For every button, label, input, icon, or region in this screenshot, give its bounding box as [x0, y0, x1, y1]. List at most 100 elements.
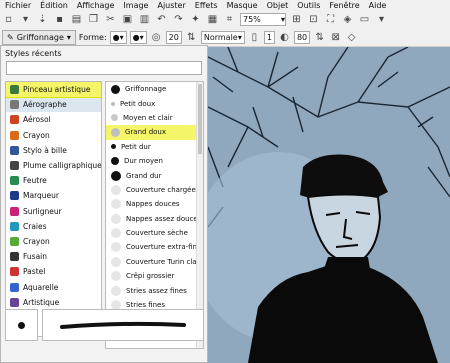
brush-category-item[interactable]: Aérographe: [6, 97, 101, 113]
brush-category-item[interactable]: Pinceau artistique: [6, 82, 101, 99]
brush-category-item[interactable]: Surligneur: [6, 204, 101, 219]
brush-category-item[interactable]: Craies: [6, 219, 101, 234]
brush-style-item[interactable]: Nappes douces: [106, 197, 203, 211]
zoom-actual-icon[interactable]: ⊡: [307, 13, 320, 26]
zoom-value: 75%: [243, 15, 261, 24]
transparency-field[interactable]: 80: [293, 30, 311, 44]
zoom-select[interactable]: 75% ▾: [240, 13, 286, 26]
brush-picker-button[interactable]: ✎ Griffonnage ▾: [2, 29, 76, 45]
brush-category-item[interactable]: Aquarelle: [6, 279, 101, 294]
brush-category-icon: [10, 100, 19, 110]
sketch-image: [208, 47, 450, 363]
nib-select[interactable]: ●▾: [129, 30, 147, 44]
brush-style-item[interactable]: Petit dur: [106, 140, 203, 154]
menu-item[interactable]: Outils: [297, 0, 320, 11]
size2-field[interactable]: 1: [263, 30, 275, 44]
brush-style-item[interactable]: Couverture sèche: [106, 226, 203, 240]
view-options-icon[interactable]: ▾: [375, 13, 388, 26]
brush-style-label: Couverture extra-fine: [126, 243, 202, 252]
menu-item[interactable]: Objet: [267, 0, 289, 11]
chevron-down-icon: ▾: [280, 15, 285, 24]
grid-icon[interactable]: ▦: [206, 13, 219, 26]
menu-item[interactable]: Édition: [40, 0, 68, 11]
brush-category-item[interactable]: Marqueur: [6, 188, 101, 203]
print-icon[interactable]: ▤: [70, 13, 83, 26]
brush-style-dot: [111, 157, 119, 166]
paste-icon[interactable]: ▣: [121, 13, 134, 26]
brush-style-dot: [111, 170, 121, 181]
brush-category-label: Stylo à bille: [23, 145, 67, 155]
new-icon[interactable]: ▫: [2, 13, 15, 26]
brush-style-item[interactable]: Crêpi grossier: [106, 269, 203, 283]
stepper-icon[interactable]: ⇅: [313, 31, 326, 44]
brush-style-item[interactable]: Grand doux: [106, 125, 203, 140]
redo-icon[interactable]: ↷: [172, 13, 185, 26]
brush-category-icon: [10, 130, 19, 140]
standard-toolbar: ▫ ▾ ⇣ ▪ ▤ ❐ ✂ ▣ ▥ ↶ ↷ ✦ ▦ ⌗ 75% ▾ ⊞ ⊡ ⛶ ◈…: [0, 11, 450, 28]
brush-style-dot: [111, 242, 121, 253]
copy-icon[interactable]: ❐: [87, 13, 100, 26]
brush-style-item[interactable]: Petit doux: [106, 96, 203, 110]
brush-category-item[interactable]: Fusain: [6, 249, 101, 264]
brush-category-label: Artistique: [23, 297, 60, 307]
canvas-artwork[interactable]: [208, 47, 450, 363]
zoom-fit-icon[interactable]: ⊞: [290, 13, 303, 26]
color-icon[interactable]: ◈: [341, 13, 354, 26]
menu-item[interactable]: Ajuster: [157, 0, 185, 11]
paste-special-icon[interactable]: ▥: [138, 13, 151, 26]
full-screen-icon[interactable]: ⛶: [324, 13, 337, 26]
brush-category-label: Craies: [23, 221, 47, 231]
save-icon[interactable]: ▪: [53, 13, 66, 26]
brush-style-item[interactable]: Stries assez fines: [106, 283, 203, 297]
brush-category-icon: [10, 85, 19, 95]
brush-category-icon: [10, 206, 19, 216]
brush-style-dot: [111, 101, 115, 106]
transparency-icon: ◐: [280, 31, 289, 43]
effects-icon[interactable]: ✦: [189, 13, 202, 26]
orientation-icon[interactable]: ◇: [345, 31, 358, 44]
brush-category-icon: [10, 282, 19, 292]
recent-styles-title: Styles récents: [5, 49, 62, 58]
undo-icon[interactable]: ↶: [155, 13, 168, 26]
open-icon[interactable]: ▾: [19, 13, 32, 26]
scrollbar-thumb[interactable]: [198, 84, 202, 154]
menu-item[interactable]: Effets: [195, 0, 218, 11]
recent-styles-area[interactable]: [6, 61, 202, 75]
menu-item[interactable]: Aide: [369, 0, 387, 11]
monitor-icon[interactable]: ▭: [358, 13, 371, 26]
size-stepper-icon[interactable]: ⇅: [185, 31, 198, 44]
brush-category-item[interactable]: Crayon: [6, 234, 101, 249]
brush-category-item[interactable]: Crayon: [6, 128, 101, 143]
menu-item[interactable]: Fichier: [5, 0, 31, 11]
crop-icon[interactable]: ⌗: [223, 13, 236, 26]
chevron-down-icon: ▾: [237, 32, 242, 42]
antialias-icon[interactable]: ⊠: [329, 31, 342, 44]
brush-style-item[interactable]: Couverture extra-fine: [106, 240, 203, 254]
brush-style-item[interactable]: Dur moyen: [106, 154, 203, 168]
menu-item[interactable]: Affichage: [77, 0, 115, 11]
brush-category-label: Surligneur: [23, 206, 62, 216]
brush-category-list: Pinceau artistique Aérographe Aérosol Crayo…: [5, 81, 102, 337]
size-field[interactable]: 20: [165, 30, 182, 44]
menu-item[interactable]: Fenêtre: [329, 0, 359, 11]
brush-style-item[interactable]: Nappes assez douces: [106, 212, 203, 226]
size-icon: ◎: [151, 31, 161, 43]
brush-category-item[interactable]: Stylo à bille: [6, 143, 101, 158]
brush-category-item[interactable]: Feutre: [6, 173, 101, 188]
brush-style-item[interactable]: Couverture chargée: [106, 183, 203, 197]
brush-category-item[interactable]: Aérosol: [6, 112, 101, 127]
brush-style-item[interactable]: Couverture Turin claire: [106, 255, 203, 269]
menu-item[interactable]: Image: [123, 0, 148, 11]
brush-style-item[interactable]: Moyen et clair: [106, 111, 203, 125]
menu-item[interactable]: Masque: [227, 0, 258, 11]
merge-mode-select[interactable]: Normale ▾: [200, 30, 245, 44]
import-icon[interactable]: ⇣: [36, 13, 49, 26]
brush-category-item[interactable]: Plume calligraphique: [6, 158, 101, 173]
brush-category-item[interactable]: Artistique: [6, 295, 101, 310]
brush-style-item[interactable]: Grand dur: [106, 168, 203, 182]
cut-icon[interactable]: ✂: [104, 13, 117, 26]
brush-style-item[interactable]: Griffonnage: [106, 82, 203, 96]
brush-style-dot: [111, 271, 121, 282]
shape-select[interactable]: ●▾: [109, 30, 127, 44]
brush-category-item[interactable]: Pastel: [6, 264, 101, 279]
